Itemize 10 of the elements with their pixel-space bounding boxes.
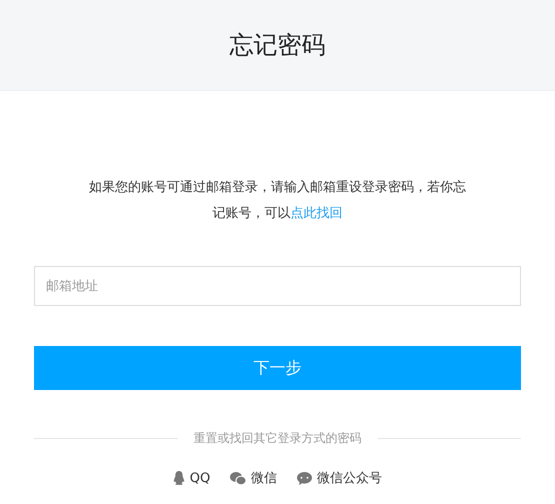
penguin-icon (172, 471, 185, 485)
intro-text: 如果您的账号可通过邮箱登录，请输入邮箱重设登录密码，若你忘记账号，可以点此找回 (88, 179, 467, 223)
email-field[interactable]: 邮箱地址 (34, 266, 521, 306)
chat-bubbles-icon (230, 472, 246, 484)
chat-bubble-icon (297, 472, 312, 484)
login-method-link[interactable]: 微信 (230, 469, 278, 487)
divider-label: 重置或找回其它登录方式的密码 (194, 430, 362, 447)
login-method-link[interactable]: QQ (172, 469, 210, 487)
login-method-link[interactable]: 微信公众号 (297, 469, 382, 487)
page-title: 忘记密码 (230, 30, 326, 61)
